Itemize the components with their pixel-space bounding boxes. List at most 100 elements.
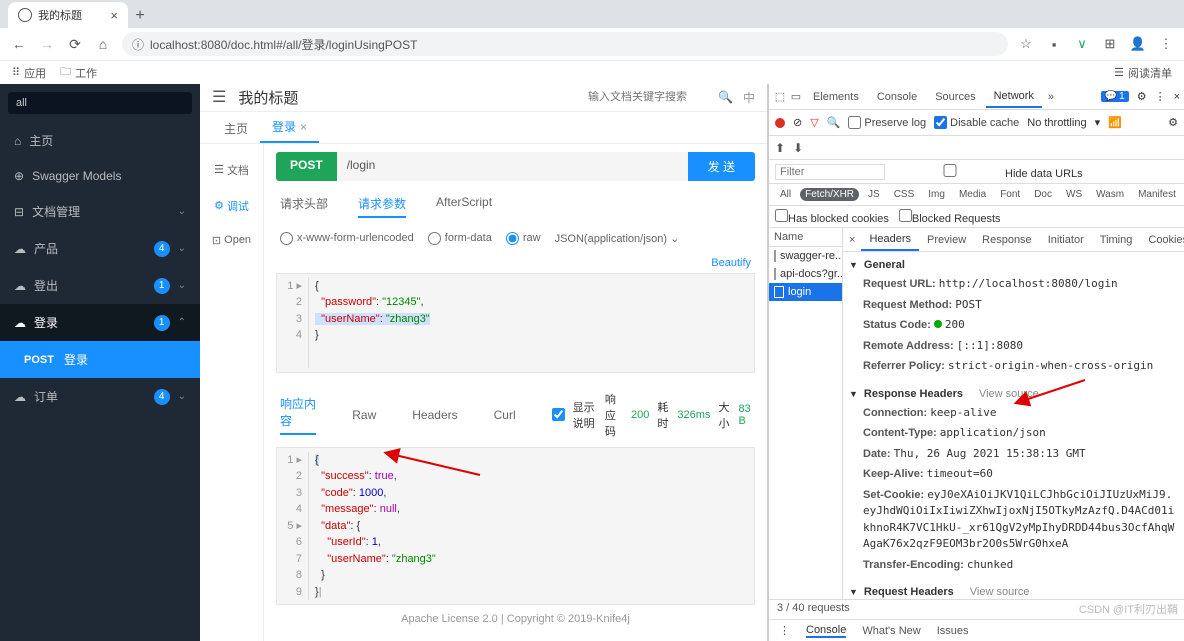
tab-after[interactable]: AfterScript (436, 195, 492, 218)
path-field[interactable]: /login (337, 152, 688, 181)
blocked-requests[interactable]: Blocked Requests (899, 209, 1001, 225)
search-icon[interactable]: 🔍 (827, 116, 841, 129)
filter-icon[interactable]: ▽ (810, 116, 818, 129)
gear-icon[interactable]: ⚙ (1168, 116, 1178, 129)
bookmark-folder[interactable]: 🗀工作 (60, 63, 97, 82)
tab-login[interactable]: 登录× (260, 112, 319, 143)
dtab-cookies[interactable]: Cookies (1140, 230, 1184, 250)
request-row[interactable]: api-docs?gr... (769, 265, 842, 283)
close-detail-icon[interactable]: × (843, 234, 861, 246)
more-tabs-icon[interactable]: » (1044, 91, 1058, 103)
type-media[interactable]: Media (954, 188, 991, 201)
drawer-console[interactable]: Console (806, 624, 846, 638)
type-manifest[interactable]: Manifest (1133, 188, 1181, 201)
type-all[interactable]: All (775, 188, 796, 201)
api-group-select[interactable]: all (8, 92, 192, 114)
ext-icon-2[interactable]: ∨ (1074, 36, 1090, 52)
leftnav-debug[interactable]: ⚙调试 (200, 188, 263, 224)
hide-data-urls[interactable]: Hide data URLs (895, 164, 1083, 180)
sidebar-item-home[interactable]: ⌂主页 (0, 122, 200, 159)
close-icon[interactable]: × (1174, 91, 1180, 103)
tab-resheaders[interactable]: Headers (412, 408, 457, 422)
close-icon[interactable]: × (110, 8, 118, 23)
menu-icon[interactable]: ⋮ (1158, 36, 1174, 52)
export-icon[interactable]: ⬆ (775, 141, 785, 155)
beautify-button[interactable]: Beautify (276, 253, 755, 273)
ct-json-select[interactable]: JSON(application/json) ⌄ (555, 232, 680, 245)
sidebar-item-order[interactable]: ☁订单4⌄ (0, 378, 200, 415)
menu-icon[interactable]: ⋮ (1155, 90, 1166, 103)
preserve-log-checkbox[interactable]: Preserve log (848, 116, 926, 129)
tab-resbody[interactable]: 响应内容 (280, 395, 316, 435)
home-button[interactable]: ⌂ (94, 36, 112, 52)
sidebar-item-docs[interactable]: ⊟文档管理⌄ (0, 193, 200, 230)
dtab-preview[interactable]: Preview (919, 230, 974, 250)
type-xhr[interactable]: Fetch/XHR (800, 188, 859, 201)
filter-input[interactable] (775, 164, 885, 180)
puzzle-icon[interactable]: ⊞ (1102, 36, 1118, 52)
sidebar-item-product[interactable]: ☁产品4⌄ (0, 230, 200, 267)
type-doc[interactable]: Doc (1029, 188, 1057, 201)
chevron-down-icon[interactable]: ▾ (1095, 116, 1101, 129)
record-button[interactable] (775, 118, 785, 128)
gear-icon[interactable]: ⚙ (1137, 90, 1147, 103)
drawer-issues[interactable]: Issues (937, 625, 969, 637)
star-icon[interactable]: ☆ (1018, 36, 1034, 52)
search-input[interactable] (588, 91, 708, 103)
lang-icon[interactable]: 中 (743, 89, 755, 106)
throttle-select[interactable]: No throttling (1027, 117, 1086, 129)
new-tab-button[interactable]: + (128, 4, 152, 28)
type-js[interactable]: JS (863, 188, 885, 201)
apps-button[interactable]: ⠿应用 (12, 65, 46, 81)
request-row-selected[interactable]: login (769, 283, 842, 301)
tab-sources[interactable]: Sources (927, 87, 983, 107)
sidebar-api-login[interactable]: POST登录 (0, 341, 200, 378)
tab-network[interactable]: Network (986, 86, 1042, 108)
sidebar-item-login[interactable]: ☁登录1⌃ (0, 304, 200, 341)
clear-icon[interactable]: ⊘ (793, 116, 802, 129)
import-icon[interactable]: ⬇ (793, 141, 803, 155)
dtab-response[interactable]: Response (974, 230, 1040, 250)
type-img[interactable]: Img (923, 188, 950, 201)
device-icon[interactable]: ▭ (789, 90, 803, 103)
tab-curl[interactable]: Curl (494, 408, 516, 422)
request-body-code[interactable]: { "password": "12345", "userName": "zhan… (309, 278, 750, 368)
tab-raw[interactable]: Raw (352, 408, 376, 422)
url-field[interactable]: ⓘ localhost:8080/doc.html#/all/登录/loginU… (122, 32, 1008, 56)
message-count[interactable]: 💬1 (1101, 91, 1129, 102)
drawer-whatsnew[interactable]: What's New (862, 625, 920, 637)
drawer-toggle-icon[interactable]: ⋮ (779, 624, 790, 637)
type-css[interactable]: CSS (889, 188, 920, 201)
reading-list-button[interactable]: ☰阅读清单 (1114, 65, 1172, 81)
disable-cache-checkbox[interactable]: Disable cache (934, 116, 1019, 129)
tab-console[interactable]: Console (869, 87, 925, 107)
dtab-timing[interactable]: Timing (1092, 230, 1141, 250)
leftnav-doc[interactable]: ☰文档 (200, 152, 263, 188)
view-source-link[interactable]: View source (979, 388, 1039, 400)
ext-icon[interactable]: ▪ (1046, 36, 1062, 52)
profile-icon[interactable]: 👤 (1130, 36, 1146, 52)
request-body-editor[interactable]: 1 ▸234 { "password": "12345", "userName"… (276, 273, 755, 373)
forward-button[interactable]: → (38, 36, 56, 52)
search-icon[interactable]: 🔍 (718, 90, 733, 104)
send-button[interactable]: 发 送 (688, 152, 755, 181)
dtab-headers[interactable]: Headers (861, 229, 919, 251)
browser-tab[interactable]: 我的标题 × (8, 2, 128, 28)
view-source-link[interactable]: View source (970, 586, 1030, 598)
close-icon[interactable]: × (300, 120, 307, 134)
reload-button[interactable]: ⟳ (66, 36, 84, 53)
sidebar-item-logout[interactable]: ☁登出1⌄ (0, 267, 200, 304)
tab-elements[interactable]: Elements (805, 87, 867, 107)
ct-formdata[interactable]: form-data (428, 232, 492, 245)
tab-home[interactable]: 主页 (212, 114, 260, 143)
section-header[interactable]: ▼Request HeadersView source (849, 583, 1178, 599)
menu-toggle-icon[interactable]: ☰ (212, 87, 226, 107)
type-ws[interactable]: WS (1061, 188, 1087, 201)
leftnav-open[interactable]: ⊡Open (200, 224, 263, 257)
sidebar-item-swagger[interactable]: ⊕Swagger Models (0, 159, 200, 193)
inspect-icon[interactable]: ⬚ (773, 90, 787, 103)
type-font[interactable]: Font (995, 188, 1025, 201)
wifi-icon[interactable]: 📶 (1108, 116, 1122, 129)
blocked-cookies[interactable]: Has blocked cookies (775, 209, 889, 225)
section-header[interactable]: ▼Response HeadersView source (849, 385, 1178, 403)
